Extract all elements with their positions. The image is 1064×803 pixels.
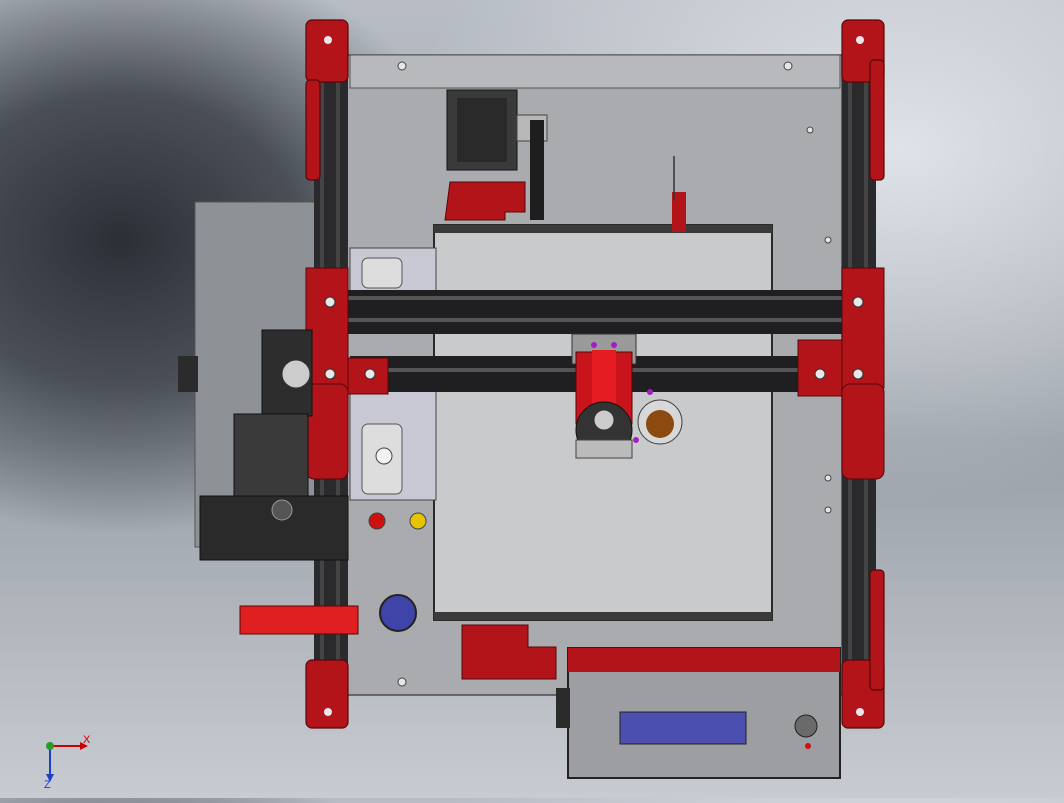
triad-z-label: Z: [44, 779, 51, 790]
power-knob[interactable]: [379, 594, 417, 632]
x-motor: [233, 413, 309, 497]
belt: [530, 120, 544, 220]
axis-triad: X Z: [44, 734, 91, 790]
spool-bracket: [239, 605, 359, 635]
top-rail-plate: [349, 54, 841, 89]
triad-x-label: X: [83, 734, 91, 746]
lcd-screen: [619, 711, 747, 745]
yellow-button[interactable]: [409, 512, 427, 530]
side-connector: [178, 356, 198, 392]
lcd-knob[interactable]: [794, 714, 818, 738]
cad-viewport[interactable]: X Z: [0, 0, 1064, 798]
right-gantry-bracket: [841, 267, 885, 389]
red-button[interactable]: [368, 512, 386, 530]
printer-model: [178, 19, 885, 779]
